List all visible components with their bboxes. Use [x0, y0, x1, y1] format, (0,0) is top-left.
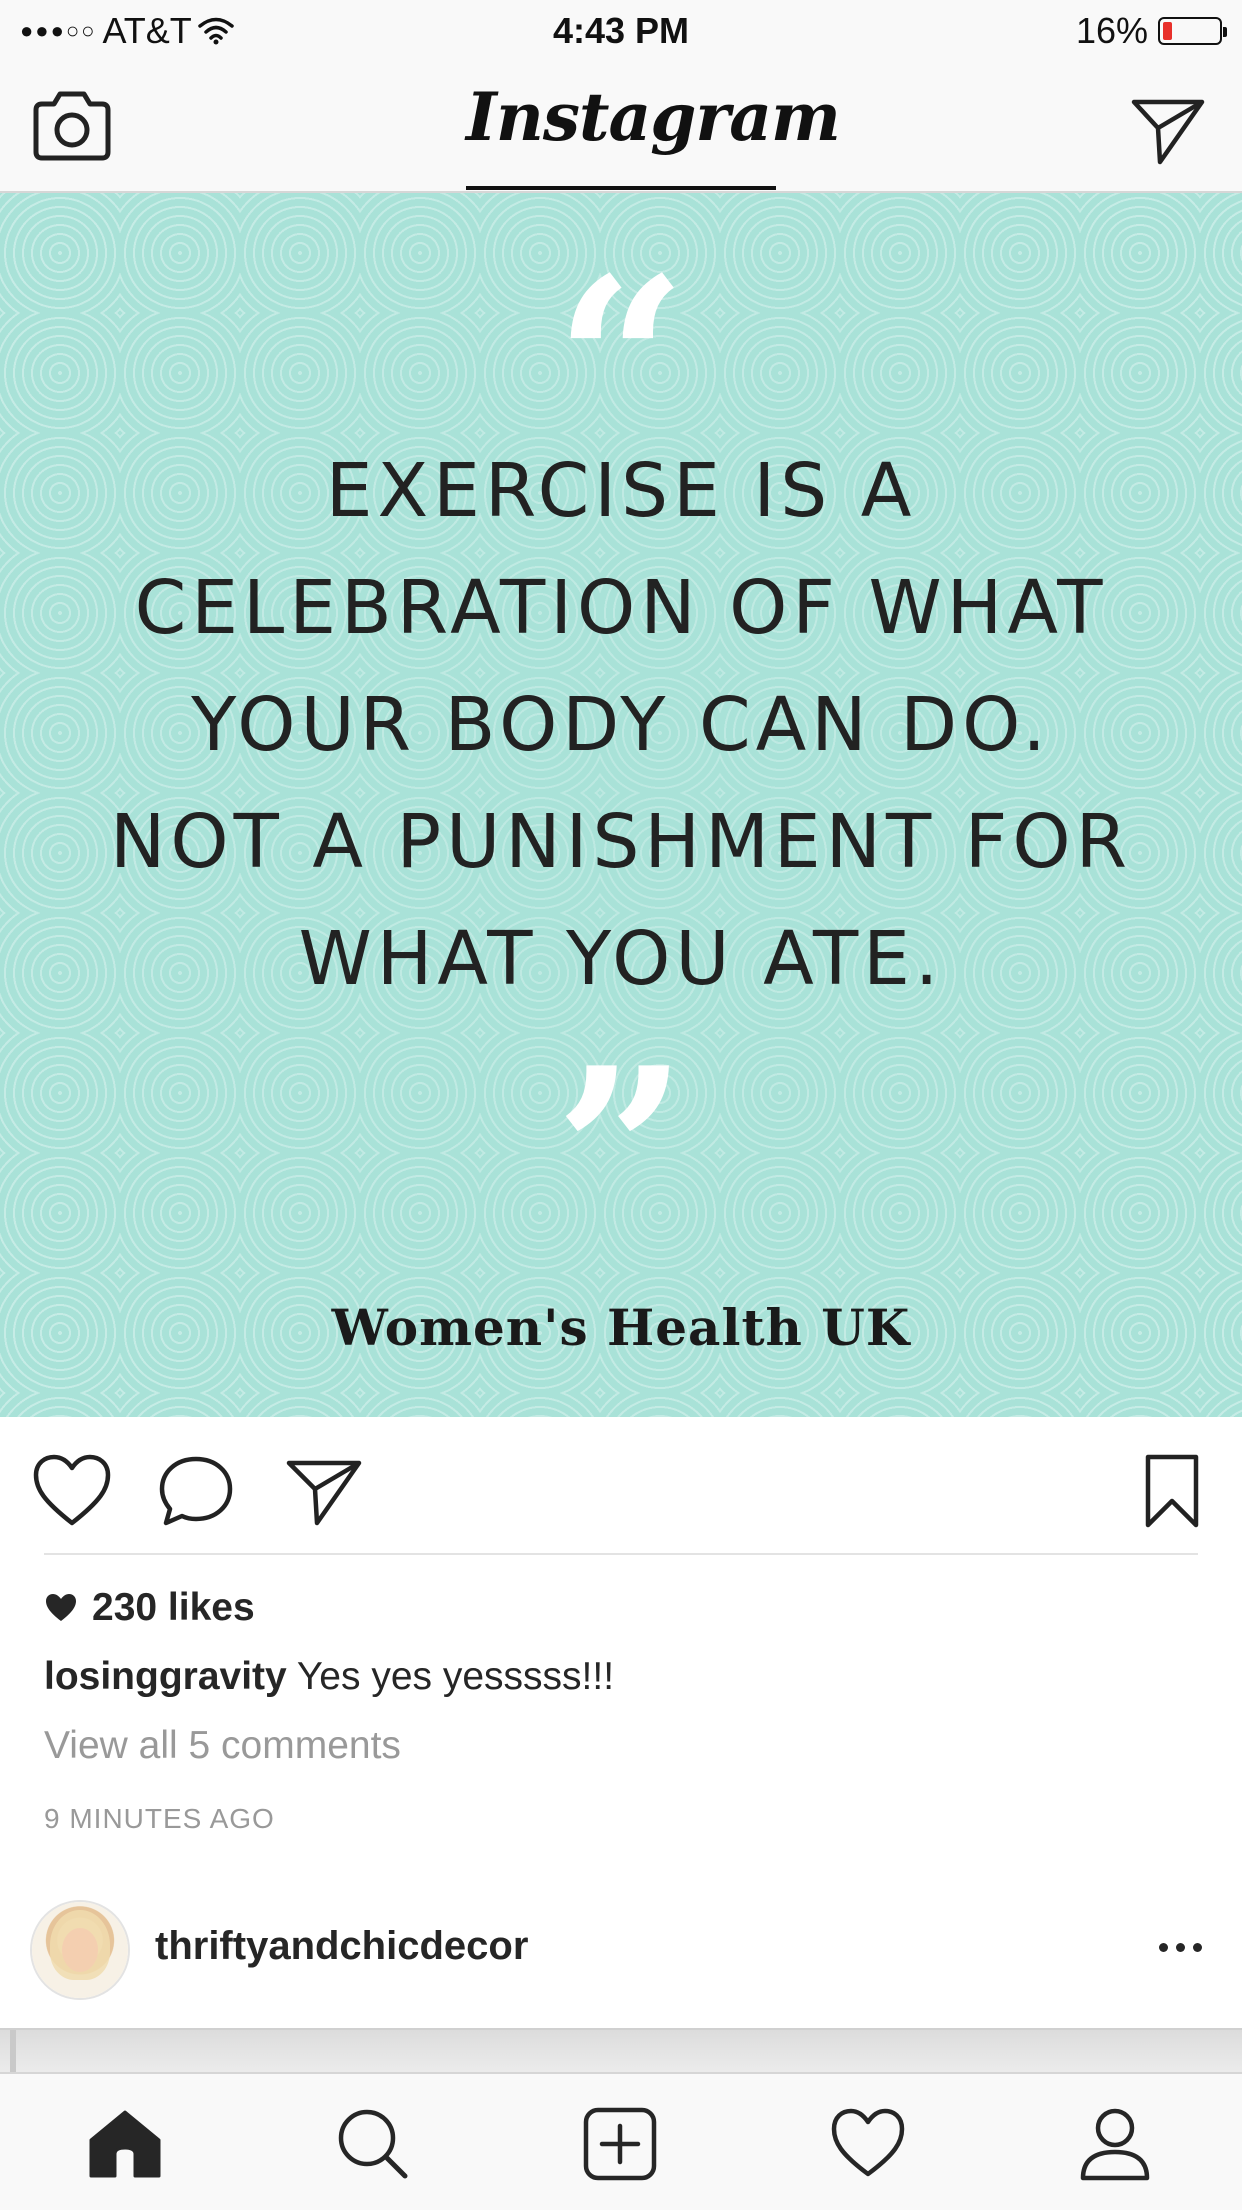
search-icon [338, 2109, 408, 2179]
tab-search[interactable] [333, 2104, 413, 2184]
next-post-username[interactable]: thriftyandchicdecor [155, 1924, 528, 1969]
bookmark-icon [1145, 1454, 1199, 1528]
status-time: 4:43 PM [552, 10, 690, 51]
top-navigation-bar: Instagram [0, 60, 1242, 193]
small-heart-icon [46, 1594, 76, 1621]
quote-line: YOUR BODY CAN DO. [191, 682, 1051, 768]
instagram-logo[interactable]: Instagram [466, 78, 841, 168]
logo-underline [466, 186, 776, 190]
bottom-tab-bar [0, 2072, 1242, 2210]
post-actions [0, 1417, 1242, 1555]
image-credit: Women's Health UK [331, 1298, 911, 1357]
comment-button[interactable] [156, 1453, 236, 1529]
camera-icon [33, 91, 111, 161]
tab-profile[interactable] [1075, 2104, 1155, 2184]
avatar[interactable] [32, 1902, 128, 1998]
profile-icon [1080, 2108, 1150, 2181]
battery-percent: 16% [1075, 10, 1148, 51]
quote-line: NOT A PUNISHMENT FOR [110, 799, 1132, 885]
post-caption: losinggravity Yes yes yesssss!!! [44, 1655, 614, 1699]
caption-username[interactable]: losinggravity [44, 1655, 287, 1698]
tab-activity[interactable] [828, 2104, 908, 2184]
home-icon [89, 2110, 161, 2178]
battery-status: 16% [1075, 10, 1227, 52]
share-button[interactable] [285, 1453, 365, 1529]
quote-line: EXERCISE IS A [325, 448, 917, 534]
like-button[interactable] [32, 1453, 112, 1529]
direct-message-icon [1131, 99, 1205, 165]
battery-icon [1158, 17, 1227, 45]
likes-text: 230 likes [92, 1586, 255, 1629]
more-options-icon [1158, 1942, 1168, 1952]
next-post-image[interactable] [0, 2028, 1242, 2074]
tab-add-post[interactable] [580, 2104, 660, 2184]
status-bar: ●●●○○ AT&T 4:43 PM 16% [0, 0, 1242, 60]
quote-line: CELEBRATION OF WHAT [134, 565, 1108, 651]
view-all-comments-link[interactable]: View all 5 comments [44, 1724, 401, 1768]
post-timestamp: 9 MINUTES AGO [44, 1803, 275, 1834]
likes-count[interactable]: 230 likes [44, 1586, 255, 1630]
quote-text: EXERCISE IS A CELEBRATION OF WHAT YOUR B… [60, 433, 1182, 1018]
close-quote-mark: ” [554, 1018, 688, 1288]
heart-icon [33, 1454, 111, 1526]
comment-icon [159, 1456, 233, 1526]
add-post-icon [583, 2107, 657, 2181]
quote-line: WHAT YOU ATE. [298, 916, 944, 1002]
image-edge [10, 2030, 16, 2074]
activity-heart-icon [831, 2108, 905, 2177]
post-image[interactable]: “ EXERCISE IS A CELEBRATION OF WHAT YOUR… [0, 193, 1242, 1417]
share-icon [286, 1460, 362, 1526]
caption-text: Yes yes yesssss!!! [296, 1655, 615, 1698]
direct-message-button[interactable] [1130, 94, 1206, 166]
more-options-icon [1192, 1942, 1202, 1952]
tab-home[interactable] [85, 2104, 165, 2184]
save-button[interactable] [1140, 1451, 1204, 1531]
divider [44, 1553, 1198, 1555]
more-options-icon [1175, 1942, 1185, 1952]
avatar-face [62, 1928, 98, 1972]
battery-level-fill [1163, 22, 1172, 40]
camera-button[interactable] [30, 90, 114, 162]
more-options-button[interactable] [1150, 1932, 1210, 1962]
